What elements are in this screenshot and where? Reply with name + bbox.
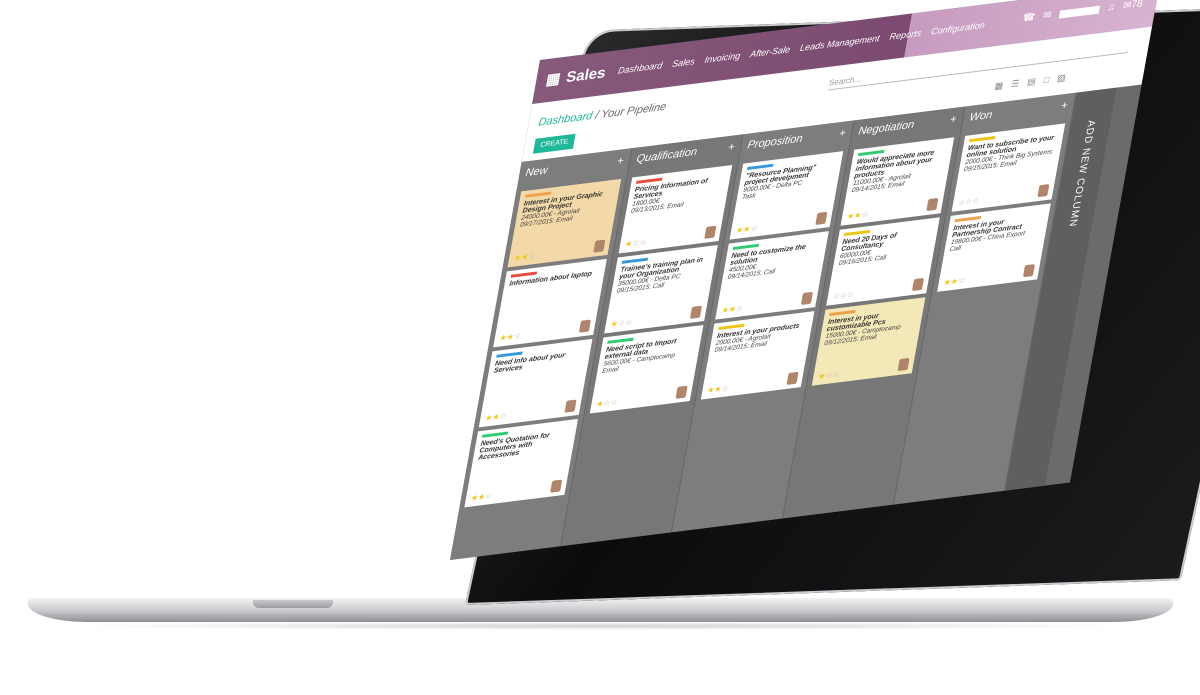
opportunity-card[interactable]: "Resource Planning" project develpment 90…	[729, 151, 844, 240]
app-title: Sales	[564, 63, 608, 86]
mail-icon[interactable]: ✉	[1042, 10, 1052, 22]
column-title: Qualification	[635, 145, 699, 166]
star-icon[interactable]: ☆	[610, 397, 619, 407]
star-icon[interactable]: ☆	[735, 303, 744, 313]
priority-stars[interactable]: ★★☆	[513, 251, 536, 263]
opportunity-card[interactable]: Interest in your products 2000.00€ - Agro…	[700, 311, 815, 400]
opportunity-card[interactable]: Interest in your customizable Pcs 15000.0…	[811, 297, 926, 386]
star-icon[interactable]: ☆	[721, 383, 730, 393]
kanban-view-icon[interactable]: ▦	[994, 80, 1004, 92]
chat-icon[interactable]: ✉78	[1122, 0, 1143, 12]
opportunity-card[interactable]: Need Info about your Services ★★☆	[478, 338, 593, 428]
star-icon[interactable]: ☆	[846, 289, 855, 299]
star-icon[interactable]: ☆	[750, 223, 759, 233]
menu-item-invoicing[interactable]: Invoicing	[704, 50, 741, 64]
opportunity-card[interactable]: Would appreciate more information about …	[840, 137, 955, 226]
avatar	[689, 305, 703, 319]
calendar-view-icon[interactable]: □	[1043, 74, 1050, 86]
avatar	[897, 357, 910, 372]
opportunity-card[interactable]: Need 20 Days of Consultancy 60000.00€ 09/1…	[826, 217, 940, 306]
avatar	[1022, 264, 1036, 278]
star-icon[interactable]: ☆	[484, 491, 493, 501]
opportunity-card[interactable]: Interest in your Partnership Contract 198…	[937, 203, 1051, 292]
menu-item-configuration[interactable]: Configuration	[930, 20, 985, 37]
star-icon[interactable]: ☆	[499, 411, 508, 421]
phone-icon[interactable]: ☎	[1022, 12, 1036, 25]
opportunity-card[interactable]: Want to subscribe to your online solutio…	[951, 123, 1066, 212]
create-button[interactable]: CREATE	[532, 133, 576, 154]
list-view-icon[interactable]: ☰	[1010, 78, 1020, 90]
breadcrumb: Dashboard / Your Pipeline	[537, 101, 667, 129]
opportunity-card[interactable]: Need to customize the solution 4500.00€ 09…	[715, 231, 829, 320]
add-card-icon[interactable]: +	[1060, 100, 1069, 115]
opportunity-card[interactable]: Trainee's training plan in your Organiza…	[604, 245, 718, 334]
opportunity-card[interactable]: Need's Quotation for Computers with Acce…	[464, 418, 579, 508]
priority-stars[interactable]: ★★☆	[846, 209, 869, 221]
view-switcher: ▦ ☰ ▤ □ ▧	[994, 72, 1067, 92]
star-icon[interactable]: ☆	[861, 209, 870, 219]
sound-icon[interactable]: ♫	[1106, 2, 1115, 14]
pivot-view-icon[interactable]: ▧	[1056, 72, 1066, 84]
star-icon[interactable]: ☆	[972, 196, 981, 206]
priority-stars[interactable]: ★★☆	[484, 411, 507, 423]
menu-item-after-sale[interactable]: After-Sale	[749, 44, 791, 59]
opportunity-card[interactable]: Information about laptop ★★☆	[493, 258, 607, 348]
avatar	[800, 291, 814, 305]
star-icon[interactable]: ☆	[528, 251, 537, 261]
priority-stars[interactable]: ★☆☆	[817, 369, 840, 381]
avatar	[926, 197, 939, 212]
star-icon[interactable]: ☆	[513, 331, 522, 341]
breadcrumb-separator: /	[594, 109, 600, 122]
breadcrumb-current: Your Pipeline	[600, 100, 668, 121]
priority-stars[interactable]: ★★☆	[499, 331, 522, 343]
priority-stars[interactable]: ★★☆	[706, 383, 729, 395]
menu-item-reports[interactable]: Reports	[889, 28, 922, 42]
breadcrumb-dashboard[interactable]: Dashboard	[537, 110, 593, 129]
graph-view-icon[interactable]: ▤	[1026, 76, 1036, 88]
system-tray: ☎ ✉ ♫ ✉78	[1022, 0, 1144, 24]
add-card-icon[interactable]: +	[727, 141, 736, 156]
opportunity-card[interactable]: Pricing Information of Services 1800.00€ 0…	[618, 165, 733, 254]
priority-stars[interactable]: ★☆☆	[624, 237, 647, 249]
notification-count: 78	[1130, 0, 1144, 11]
avatar	[911, 277, 925, 292]
avatar	[550, 479, 563, 493]
priority-stars[interactable]: ☆☆☆	[957, 196, 980, 208]
opportunity-card[interactable]: Interest in your Graphic Design Project 2…	[507, 178, 622, 268]
column-title: New	[524, 164, 549, 180]
app-brand[interactable]: ▦ Sales	[545, 63, 608, 89]
avatar	[1037, 184, 1050, 198]
menu-item-sales[interactable]: Sales	[671, 56, 695, 69]
priority-stars[interactable]: ★☆☆	[610, 317, 633, 329]
avatar	[786, 371, 799, 385]
add-card-icon[interactable]: +	[949, 113, 958, 128]
star-icon[interactable]: ☆	[957, 276, 966, 286]
priority-stars[interactable]: ★★☆	[470, 491, 493, 503]
star-icon[interactable]: ☆	[639, 237, 648, 247]
avatar	[564, 399, 577, 413]
priority-stars[interactable]: ☆☆☆	[832, 289, 855, 301]
avatar	[675, 385, 688, 399]
add-card-icon[interactable]: +	[616, 155, 625, 170]
avatar	[593, 239, 606, 253]
add-card-icon[interactable]: +	[838, 127, 847, 142]
menu-item-dashboard[interactable]: Dashboard	[617, 60, 663, 76]
column-title: Proposition	[746, 132, 804, 152]
priority-stars[interactable]: ★★☆	[721, 303, 744, 315]
avatar	[578, 319, 592, 333]
menu-item-leads-management[interactable]: Leads Management	[799, 33, 880, 53]
priority-stars[interactable]: ★★☆	[735, 223, 758, 235]
star-icon[interactable]: ☆	[624, 317, 633, 327]
priority-stars[interactable]: ★★☆	[943, 276, 966, 288]
star-icon[interactable]: ☆	[832, 369, 841, 379]
opportunity-card[interactable]: Need script to Import external data 5600.…	[589, 325, 704, 414]
column-title: Won	[968, 108, 994, 124]
apps-grid-icon[interactable]: ▦	[545, 69, 562, 89]
user-search-field[interactable]	[1058, 5, 1101, 19]
avatar	[704, 225, 717, 239]
column-title: Negotiation	[857, 118, 916, 138]
avatar	[815, 211, 828, 225]
priority-stars[interactable]: ★☆☆	[595, 397, 618, 409]
app-screen: ▦ Sales Dashboard Sales Invoicing After-…	[450, 0, 1160, 560]
